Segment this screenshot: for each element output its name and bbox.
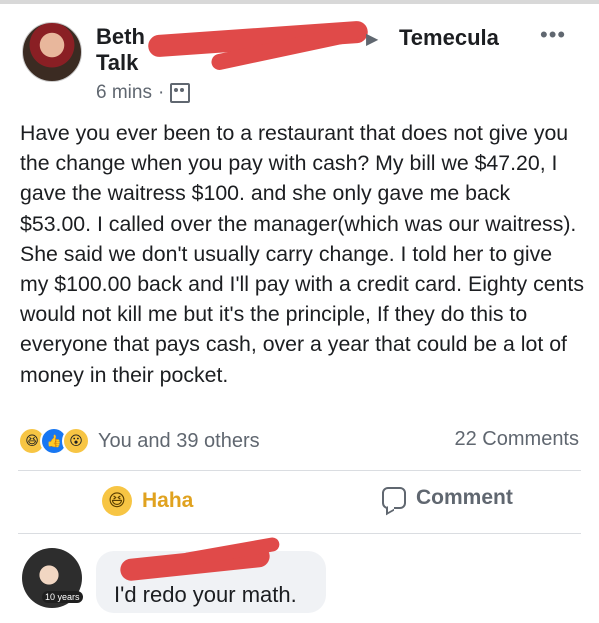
- comment-bubble-icon: [382, 487, 406, 509]
- timestamp[interactable]: 6 mins: [96, 82, 152, 104]
- post-meta: 6 mins ·: [96, 82, 191, 104]
- haha-label: Haha: [142, 489, 194, 512]
- divider: [18, 470, 581, 471]
- location-label[interactable]: Temecula: [399, 25, 499, 51]
- comment-button[interactable]: Comment: [382, 486, 513, 510]
- more-options-icon[interactable]: •••: [540, 22, 566, 48]
- divider: [18, 533, 581, 534]
- reaction-summary[interactable]: 😆 👍 😮 You and 39 others: [18, 427, 260, 455]
- arrow-right-icon: ▶: [366, 31, 379, 48]
- post-body: Have you ever been to a restaurant that …: [20, 121, 584, 387]
- wow-reaction-icon: 😮: [62, 427, 90, 455]
- reactions-text[interactable]: You and 39 others: [98, 430, 260, 453]
- comments-count[interactable]: 22 Comments: [455, 428, 580, 451]
- author-avatar[interactable]: [22, 22, 82, 82]
- audience-icon[interactable]: [170, 83, 191, 103]
- comment-text: I'd redo your math.: [114, 582, 297, 607]
- haha-button[interactable]: 😆 Haha: [102, 486, 193, 516]
- comment-label: Comment: [416, 486, 513, 509]
- meta-separator: ·: [157, 82, 165, 103]
- commenter-badge: 10 years: [42, 591, 83, 603]
- top-bar: [0, 0, 599, 4]
- haha-face-icon: 😆: [102, 486, 132, 516]
